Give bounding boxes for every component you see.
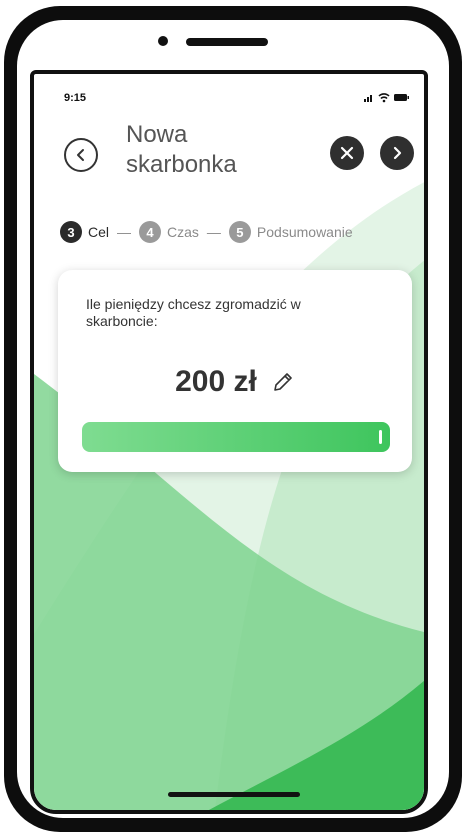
amount-value[interactable]: 200 zł xyxy=(175,365,257,399)
step-indicator: 3 Cel — 4 Czas — 5 Podsumowanie xyxy=(60,220,353,244)
status-time: 9:15 xyxy=(64,92,87,104)
goal-card: Ile pieniędzy chcesz zgromadzić w skarbo… xyxy=(58,270,412,472)
step-cel: 3 Cel xyxy=(60,221,109,243)
pencil-icon[interactable] xyxy=(271,370,295,394)
close-icon xyxy=(340,146,354,160)
chevron-right-icon xyxy=(393,146,402,160)
next-button[interactable] xyxy=(380,136,414,170)
amount-row: 200 zł xyxy=(58,362,412,402)
app-screen: 9:15 Nowa skarbonka 3 Cel — 4 Czas — 5 P… xyxy=(30,70,428,814)
step-czas: 4 Czas xyxy=(139,221,199,243)
step-label: Cel xyxy=(88,224,110,240)
slider-handle[interactable] xyxy=(379,430,382,444)
amount-slider[interactable] xyxy=(82,422,390,452)
status-icons xyxy=(364,93,409,103)
home-indicator xyxy=(168,792,300,797)
amount-question: Ile pieniędzy chcesz zgromadzić w skarbo… xyxy=(86,296,301,329)
speaker-bar xyxy=(186,38,268,46)
step-number: 5 xyxy=(228,221,251,243)
step-label: Podsumowanie xyxy=(256,224,353,240)
step-separator: — xyxy=(117,224,132,240)
step-number: 3 xyxy=(60,221,82,243)
step-podsumowanie: 5 Podsumowanie xyxy=(228,221,353,243)
step-separator: — xyxy=(206,224,221,240)
chevron-left-icon xyxy=(77,149,84,161)
page-title: Nowa skarbonka xyxy=(126,121,237,178)
back-button[interactable] xyxy=(64,138,98,172)
camera-dot xyxy=(158,36,168,46)
close-button[interactable] xyxy=(330,136,364,170)
step-number: 4 xyxy=(139,221,162,243)
step-label: Czas xyxy=(167,224,199,240)
